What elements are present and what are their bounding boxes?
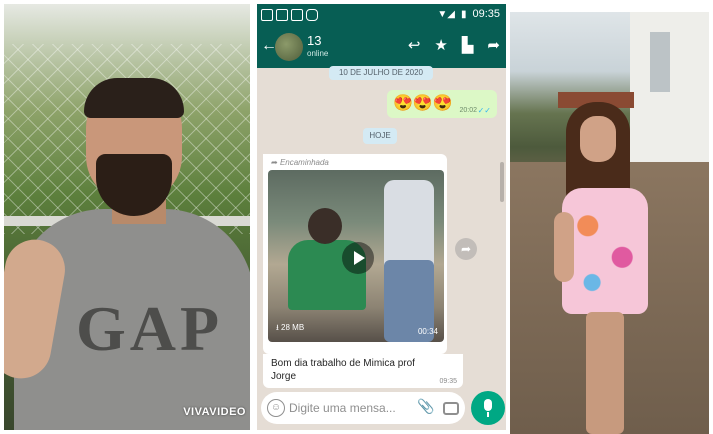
outgoing-message[interactable]: 😍😍😍 20:02 ✓✓ [387,90,497,118]
hoodie-logo-text: GAP [76,293,224,364]
whatsapp-screen: ▼◢ ▮ 09:35 ← 13 online ↩ ★ ▙ ➦ 10 DE JUL… [257,4,506,430]
girl-arm [554,212,574,282]
incoming-video-message[interactable]: ➦ Encaminhada ⭳ 28 MB 00:34 [263,154,447,354]
attach-icon[interactable]: 📎 [417,398,434,415]
mic-icon [484,399,492,411]
online-status: online [307,49,329,58]
scrollbar[interactable] [500,162,504,202]
girl-floral-dress [562,188,648,314]
camera-icon[interactable] [443,402,459,415]
message-time: 20:02 [459,107,477,114]
video-thumbnail[interactable]: ⭳ 28 MB 00:34 [268,170,444,342]
video-person-head [308,208,342,244]
video-size: ⭳ 28 MB [276,322,304,336]
forwarded-text: Encaminhada [279,158,329,167]
emoji-icon[interactable]: ☺ [267,399,285,417]
mic-button[interactable] [471,391,505,425]
today-chip: HOJE [363,128,397,144]
share-icon[interactable]: ➦ [455,238,477,260]
forward-icon[interactable]: ➦ [487,38,500,54]
chat-area[interactable]: 10 DE JULHO DE 2020 😍😍😍 20:02 ✓✓ HOJE ➦ … [257,66,506,388]
notification-icon [291,9,303,21]
header-actions: ↩ ★ ▙ ➦ [408,38,500,54]
house-window [650,32,670,92]
girl-face [580,116,616,162]
man-hair [84,78,184,118]
notification-icon [276,9,288,21]
message-composer: ☺ 📎 [261,392,465,424]
delete-icon[interactable]: ▙ [462,38,474,54]
status-bar: ▼◢ ▮ 09:35 [257,4,506,26]
caption-bubble[interactable]: Bom dia trabalho de Mimica prof Jorge 09… [263,354,463,388]
notification-icon [261,9,273,21]
forwarded-label: ➦ Encaminhada [271,158,329,167]
message-time: 09:35 [439,378,457,385]
emoji-message-text: 😍😍😍 [393,95,453,112]
girl-legs [586,312,624,434]
notification-icons [261,9,318,21]
participant-count: 13 [307,33,322,48]
collage: GAP VIVAVIDEO ▼◢ ▮ 09:35 ← 13 online ↩ ★… [0,0,713,434]
right-video-frame [510,12,709,434]
message-caption: Bom dia trabalho de Mimica prof Jorge [271,358,415,382]
group-avatar[interactable] [275,33,303,61]
chat-header: ← 13 online ↩ ★ ▙ ➦ [257,26,506,68]
clock: 09:35 [472,8,500,20]
reply-icon[interactable]: ↩ [408,38,421,54]
forwarded-icon: ➦ [271,158,280,167]
date-chip: 10 DE JULHO DE 2020 [329,66,433,80]
instagram-icon [306,9,318,21]
star-icon[interactable]: ★ [434,38,447,54]
play-button[interactable] [342,242,374,274]
message-input[interactable] [289,399,413,417]
mic-icon-stand [487,412,489,417]
read-receipt-icon: ✓✓ [477,106,491,115]
signal-icon: ▼◢ [437,8,455,20]
battery-icon: ▮ [460,8,467,20]
left-video-frame: GAP VIVAVIDEO [4,4,250,430]
vivavideo-watermark: VIVAVIDEO [183,406,246,418]
video-duration: 00:34 [417,327,438,336]
system-indicators: ▼◢ ▮ 09:35 [437,8,500,20]
video-size-text: 28 MB [281,323,305,332]
